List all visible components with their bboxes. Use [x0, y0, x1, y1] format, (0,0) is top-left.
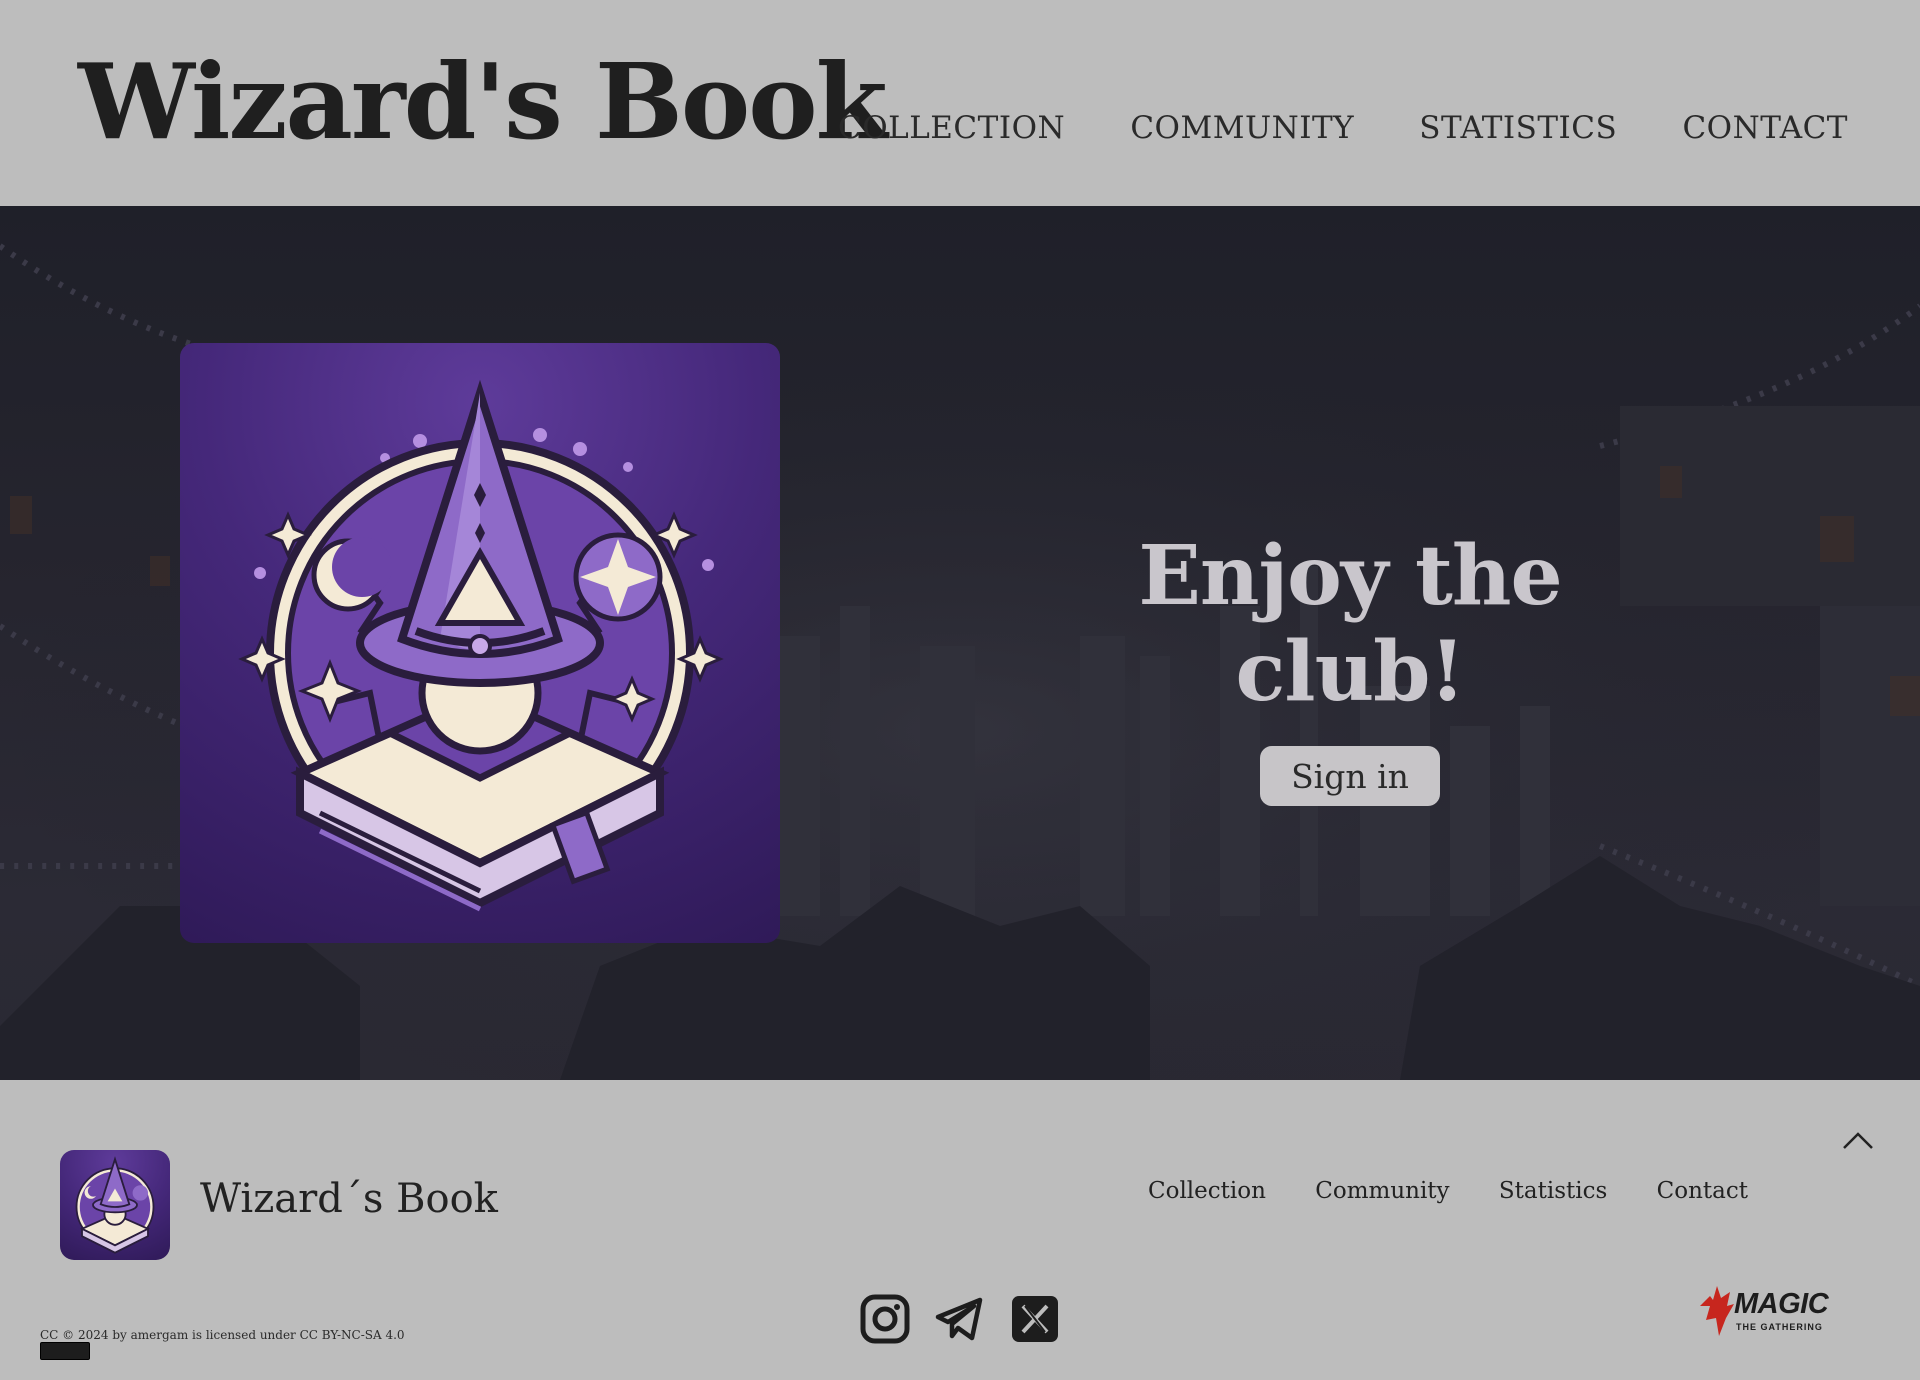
sign-in-button[interactable]: Sign in [1260, 746, 1440, 806]
telegram-icon[interactable] [934, 1294, 984, 1344]
main-nav: COLLECTION COMMUNITY STATISTICS CONTACT [838, 104, 1848, 152]
nav-contact[interactable]: CONTACT [1682, 110, 1848, 146]
hero-section: Enjoy the club! Sign in [0, 206, 1920, 1080]
footer-nav-community[interactable]: Community [1315, 1178, 1449, 1204]
nav-community[interactable]: COMMUNITY [1130, 110, 1354, 146]
wizard-hat-icon [75, 1156, 155, 1254]
nav-collection[interactable]: COLLECTION [838, 110, 1065, 146]
footer-nav-collection[interactable]: Collection [1148, 1178, 1266, 1204]
footer-nav-contact[interactable]: Contact [1657, 1178, 1748, 1204]
x-icon[interactable] [1010, 1294, 1060, 1344]
chevron-up-icon[interactable] [1840, 1122, 1876, 1158]
license-text[interactable]: CC © 2024 by amergam is licensed under C… [40, 1328, 405, 1342]
footer-nav-statistics[interactable]: Statistics [1499, 1178, 1607, 1204]
cc-license-badge[interactable] [40, 1342, 90, 1360]
site-header: Wizard's Book COLLECTION COMMUNITY STATI… [0, 0, 1920, 206]
hero-tagline: Enjoy the club! [1138, 528, 1562, 720]
wizard-hat-logo-image [180, 343, 780, 943]
site-footer: Wizard´s Book Collection Community Stati… [0, 1080, 1920, 1380]
footer-nav: Collection Community Statistics Contact [1148, 1178, 1748, 1204]
magic-the-gathering-logo: MAGIC THE GATHERING [1700, 1284, 1856, 1338]
flame-icon [1700, 1286, 1734, 1336]
nav-statistics[interactable]: STATISTICS [1419, 110, 1617, 146]
footer-logo-image[interactable] [60, 1150, 170, 1260]
magic-logo-subtitle: THE GATHERING [1736, 1322, 1823, 1332]
site-logo-text[interactable]: Wizard's Book [78, 50, 888, 154]
instagram-icon[interactable] [860, 1294, 910, 1344]
magic-logo-text: MAGIC [1734, 1288, 1829, 1320]
footer-brand-text: Wizard´s Book [200, 1176, 498, 1222]
wizard-hat-icon [238, 379, 724, 912]
